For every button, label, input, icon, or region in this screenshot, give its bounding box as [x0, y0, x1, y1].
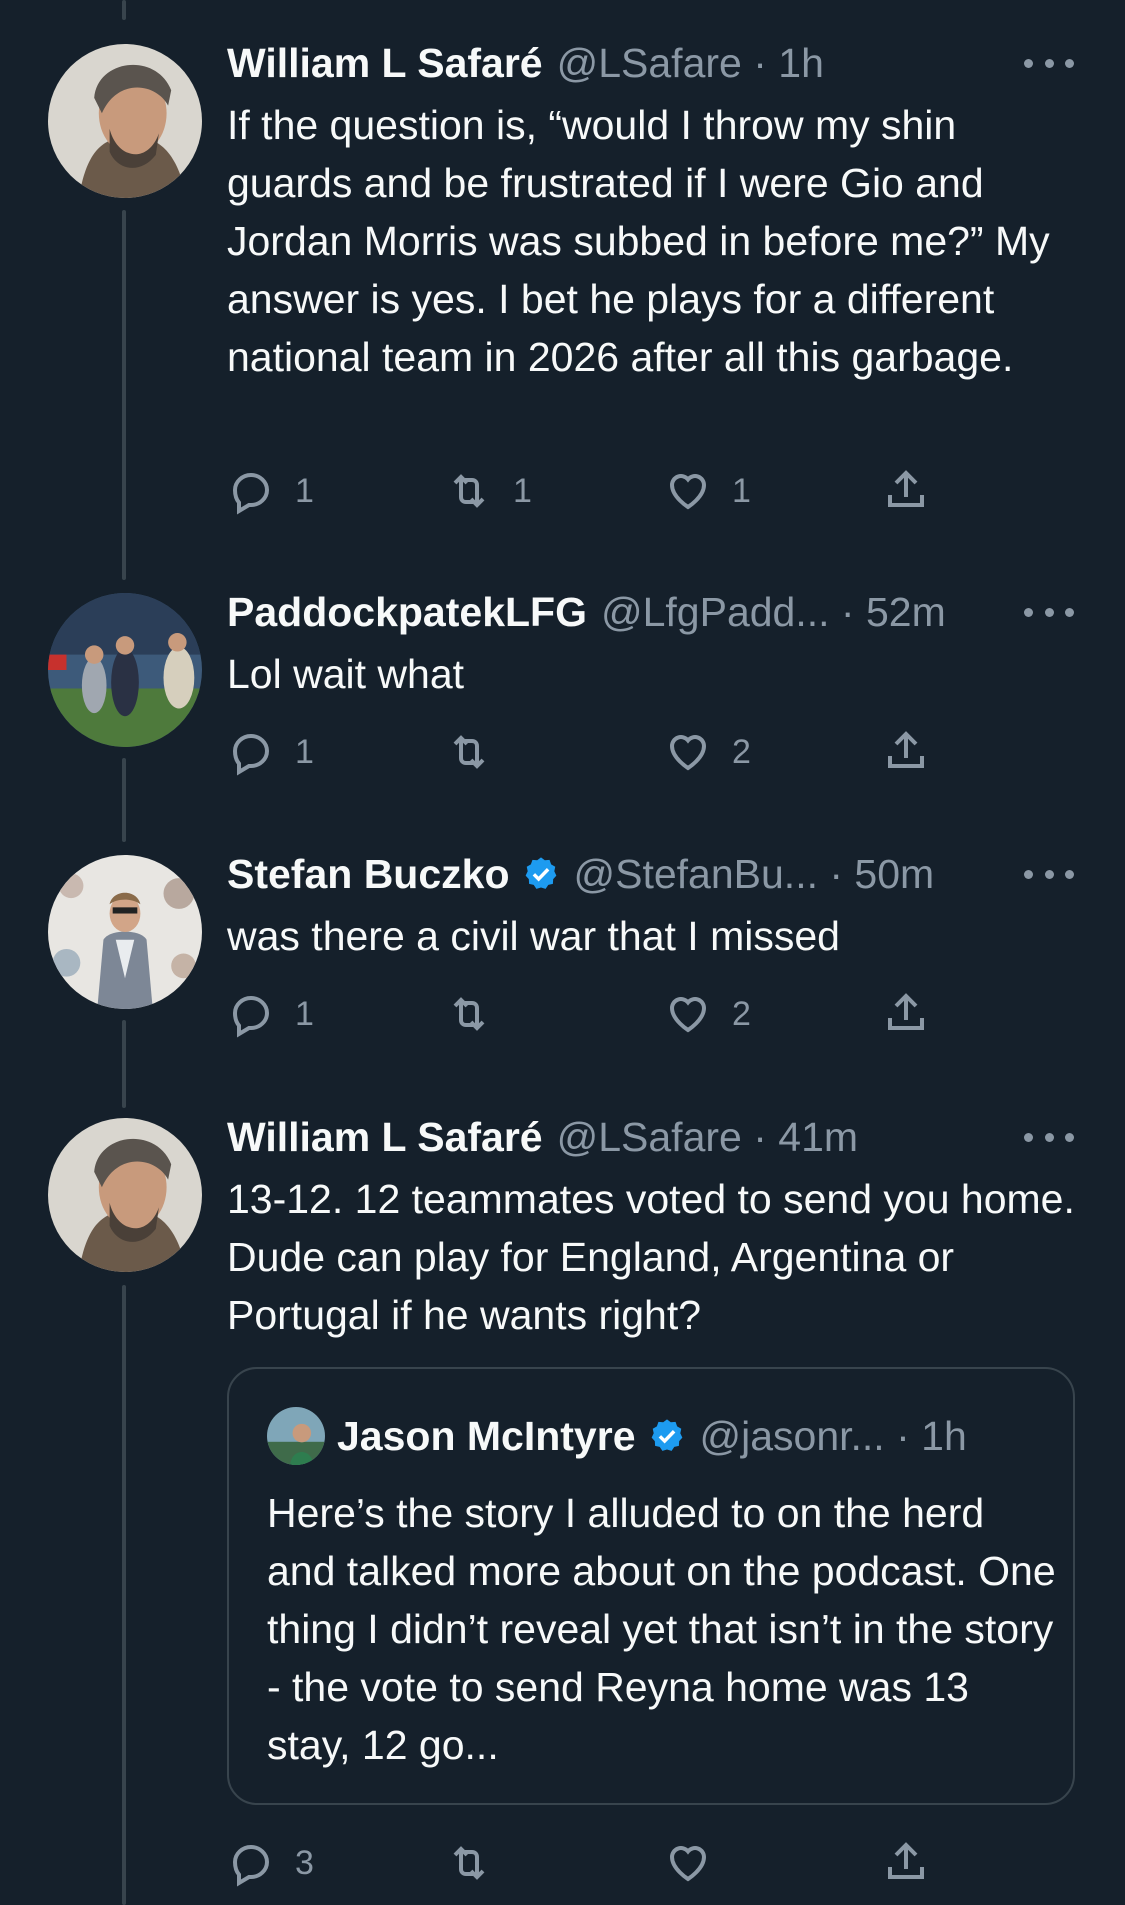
reply-count: 1: [295, 994, 314, 1033]
author-handle-time[interactable]: @LSafare · 1h: [557, 40, 824, 87]
reply-count: 1: [295, 471, 314, 510]
avatar[interactable]: [48, 593, 202, 747]
like-button[interactable]: 2: [664, 989, 751, 1039]
share-icon: [888, 1842, 924, 1879]
like-count: 2: [732, 994, 751, 1033]
reply-button[interactable]: 1: [227, 466, 314, 516]
retweet-button[interactable]: 1: [445, 466, 532, 516]
tweet-text: was there a civil war that I missed: [227, 913, 840, 959]
author-name[interactable]: William L Safaré: [227, 1114, 543, 1161]
share-icon: [888, 731, 924, 768]
retweet-icon: [453, 735, 485, 769]
reply-count: 3: [295, 1843, 314, 1882]
retweet-button[interactable]: [445, 1838, 513, 1888]
retweet-button[interactable]: [445, 989, 513, 1039]
tweet-actions: 3: [227, 1838, 1007, 1888]
tweet-actions: 1 2: [227, 989, 1007, 1039]
tweet-text: 13-12. 12 teammates voted to send you ho…: [227, 1176, 1075, 1338]
share-button[interactable]: [882, 1838, 930, 1888]
reply-button[interactable]: 3: [227, 1838, 314, 1888]
thread-line: [122, 0, 126, 20]
heart-icon: [669, 1846, 707, 1882]
quoted-avatar: [267, 1407, 325, 1465]
avatar[interactable]: [48, 44, 202, 198]
thread-line: [122, 1020, 126, 1108]
like-count: 2: [732, 732, 751, 771]
tweet-header: William L Safaré @LSafare · 1h: [227, 32, 1125, 94]
reply-icon: [232, 733, 270, 776]
more-options-icon[interactable]: [1024, 48, 1074, 78]
tweet-actions: 1 2: [227, 727, 1007, 777]
reply-button[interactable]: 1: [227, 727, 314, 777]
like-button[interactable]: 1: [664, 466, 751, 516]
quoted-author-handle-time: @jasonr... · 1h: [699, 1412, 967, 1459]
thread-line: [122, 210, 126, 580]
reply-button[interactable]: 1: [227, 989, 314, 1039]
heart-icon: [669, 997, 707, 1033]
thread-line: [122, 758, 126, 842]
tweet-header: Stefan Buczko @StefanBu... · 50m: [227, 843, 1125, 905]
retweet-icon: [453, 474, 485, 508]
more-options-icon[interactable]: [1024, 597, 1074, 627]
verified-badge-icon: [525, 857, 556, 889]
tweet-actions: 1 1 1: [227, 466, 1007, 516]
quoted-header: Jason McIntyre @jasonr... · 1h: [337, 1407, 967, 1465]
tweet-header: PaddockpatekLFG @LfgPadd... · 52m: [227, 581, 1125, 643]
more-options-icon[interactable]: [1024, 1122, 1074, 1152]
reply-count: 1: [295, 732, 314, 771]
share-icon: [888, 993, 924, 1030]
author-name[interactable]: William L Safaré: [227, 40, 543, 87]
share-button[interactable]: [882, 727, 930, 777]
share-button[interactable]: [882, 466, 930, 516]
tweet-text: Lol wait what: [227, 651, 465, 697]
author-name[interactable]: PaddockpatekLFG: [227, 589, 587, 636]
reply-icon: [232, 472, 270, 515]
tweet-header: William L Safaré @LSafare · 41m: [227, 1106, 1125, 1168]
author-name[interactable]: Stefan Buczko: [227, 851, 510, 898]
quoted-tweet-card[interactable]: Jason McIntyre @jasonr... · 1h Here’s th…: [227, 1367, 1075, 1805]
quoted-author-name: Jason McIntyre: [337, 1412, 636, 1459]
heart-icon: [669, 735, 707, 771]
like-count: 1: [732, 471, 751, 510]
reply-icon: [232, 1844, 270, 1887]
share-icon: [888, 470, 924, 507]
retweet-count: 1: [513, 471, 532, 510]
more-options-icon[interactable]: [1024, 859, 1074, 889]
author-handle-time[interactable]: @LSafare · 41m: [557, 1114, 858, 1161]
avatar[interactable]: [48, 1118, 202, 1272]
reply-icon: [232, 995, 270, 1038]
author-handle-time[interactable]: @StefanBu... · 50m: [574, 851, 935, 898]
retweet-button[interactable]: [445, 727, 513, 777]
verified-badge-icon: [651, 1419, 682, 1451]
retweet-icon: [453, 997, 485, 1031]
like-button[interactable]: [664, 1838, 732, 1888]
heart-icon: [669, 474, 707, 510]
tweet-text: If the question is, “would I throw my sh…: [227, 102, 1050, 380]
thread-line: [122, 1285, 126, 1905]
author-handle-time[interactable]: @LfgPadd... · 52m: [601, 589, 946, 636]
like-button[interactable]: 2: [664, 727, 751, 777]
share-button[interactable]: [882, 989, 930, 1039]
avatar[interactable]: [48, 855, 202, 1009]
retweet-icon: [453, 1846, 485, 1880]
quoted-tweet-text: Here’s the story I alluded to on the her…: [267, 1490, 1056, 1768]
